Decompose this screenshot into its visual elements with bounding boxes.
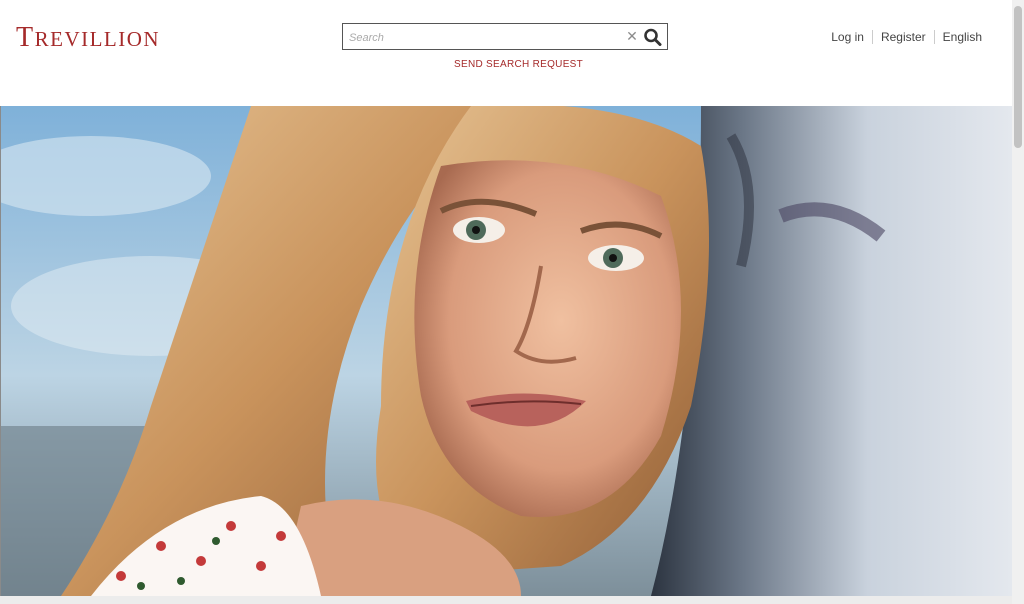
trevillion-logo[interactable]: TREVILLION bbox=[16, 22, 160, 54]
horizontal-scrollbar[interactable] bbox=[0, 596, 1012, 604]
search-icon[interactable] bbox=[643, 28, 663, 46]
scrollbar-thumb[interactable] bbox=[1014, 6, 1022, 148]
search-bar: ✕ bbox=[342, 23, 668, 50]
vertical-scrollbar[interactable] bbox=[1012, 0, 1024, 604]
language-selector[interactable]: English bbox=[935, 30, 990, 44]
register-link[interactable]: Register bbox=[873, 30, 934, 44]
account-nav: Log in Register English bbox=[823, 30, 990, 44]
logo-initial: T bbox=[16, 22, 35, 53]
close-icon[interactable]: ✕ bbox=[626, 28, 638, 44]
search-input[interactable] bbox=[347, 27, 621, 48]
hero-image bbox=[1, 106, 1012, 596]
login-link[interactable]: Log in bbox=[823, 30, 872, 44]
hero-portrait-illustration bbox=[1, 106, 1012, 596]
site-header: TREVILLION ✕ SEND SEARCH REQUEST Log in … bbox=[0, 0, 1012, 106]
logo-text: REVILLION bbox=[34, 27, 161, 51]
send-search-request-link[interactable]: SEND SEARCH REQUEST bbox=[454, 59, 583, 70]
